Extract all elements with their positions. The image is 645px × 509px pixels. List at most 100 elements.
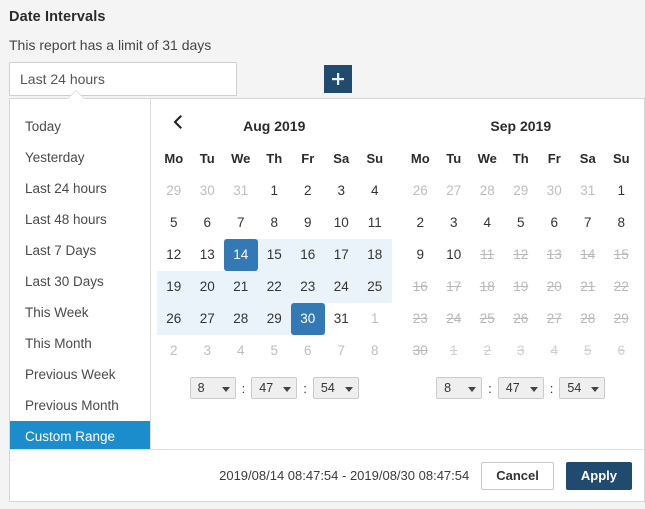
day-cell[interactable]: 11 (358, 207, 392, 239)
second-select-right[interactable]: 54 (559, 377, 606, 399)
add-interval-button[interactable] (324, 65, 352, 93)
weekday-header: Sa (579, 150, 596, 166)
day-cell[interactable]: 1 (605, 175, 639, 207)
day-number: 25 (479, 311, 495, 326)
day-cell[interactable]: 10 (325, 207, 359, 239)
day-cell[interactable]: 7 (571, 207, 605, 239)
day-cell[interactable]: 22 (257, 271, 291, 303)
day-cell[interactable]: 3 (437, 207, 471, 239)
day-cell[interactable]: 5 (157, 207, 191, 239)
day-number: 24 (446, 311, 462, 326)
plus-icon (332, 73, 344, 85)
cancel-button[interactable]: Cancel (481, 461, 554, 490)
day-cell[interactable]: 18 (358, 239, 392, 271)
day-cell[interactable]: 7 (224, 207, 258, 239)
day-number: 8 (617, 215, 625, 230)
calendar-left-table: Mo Tu We Th Fr Sa Su 29 30 31 1 2 3 4 5 6 7 8 9 10 11 12 13 14… (157, 141, 392, 367)
range-item-this-week[interactable]: This Week (10, 297, 150, 328)
range-item-previous-month[interactable]: Previous Month (10, 390, 150, 421)
day-cell[interactable]: 3 (191, 335, 225, 367)
day-cell[interactable]: 12 (157, 239, 191, 271)
day-cell[interactable]: 5 (504, 207, 538, 239)
day-number: 29 (266, 311, 282, 326)
day-cell[interactable]: 1 (358, 303, 392, 335)
day-cell[interactable]: 29 (504, 175, 538, 207)
day-cell[interactable]: 25 (358, 271, 392, 303)
day-cell[interactable]: 31 (571, 175, 605, 207)
day-cell[interactable]: 27 (437, 175, 471, 207)
day-cell[interactable]: 6 (538, 207, 572, 239)
day-cell[interactable]: 6 (291, 335, 325, 367)
date-range-input[interactable] (9, 62, 237, 96)
day-cell[interactable]: 4 (471, 207, 505, 239)
day-cell[interactable]: 19 (157, 271, 191, 303)
calendar-right-days: 26 27 28 29 30 31 1 2 3 4 5 6 7 8 9 10 11 12 13 14 15 16 17 18 1… (404, 175, 639, 367)
day-cell[interactable]: 10 (437, 239, 471, 271)
calendar-week-row: 16 17 18 19 20 21 22 (404, 271, 639, 303)
day-cell[interactable]: 30 (538, 175, 572, 207)
day-cell[interactable]: 2 (157, 335, 191, 367)
day-cell[interactable]: 15 (257, 239, 291, 271)
day-cell[interactable]: 17 (324, 239, 358, 271)
day-cell[interactable]: 31 (325, 303, 359, 335)
range-item-last-7-days[interactable]: Last 7 Days (10, 235, 150, 266)
range-item-yesterday[interactable]: Yesterday (10, 142, 150, 173)
day-cell[interactable]: 13 (191, 239, 225, 271)
day-cell[interactable]: 9 (404, 239, 438, 271)
day-cell[interactable]: 20 (190, 271, 224, 303)
day-cell[interactable]: 1 (258, 175, 292, 207)
day-cell[interactable]: 28 (471, 175, 505, 207)
calendar-right: Sep 2019 Mo Tu We Th Fr Sa Su 26 27 28 29 30 31 1 2 3 4… (398, 111, 645, 449)
day-cell[interactable]: 2 (404, 207, 438, 239)
day-cell[interactable]: 16 (291, 239, 325, 271)
day-cell[interactable]: 29 (257, 303, 291, 335)
range-item-last-24-hours[interactable]: Last 24 hours (10, 173, 150, 204)
day-cell[interactable]: 2 (291, 175, 325, 207)
chevron-left-icon (173, 115, 182, 129)
range-item-today[interactable]: Today (10, 111, 150, 142)
minute-select-right[interactable]: 47 (497, 377, 544, 399)
day-cell[interactable]: 21 (224, 271, 258, 303)
day-cell[interactable]: 26 (157, 303, 191, 335)
minute-select-left[interactable]: 47 (251, 377, 298, 399)
day-cell[interactable]: 29 (157, 175, 191, 207)
range-item-this-month[interactable]: This Month (10, 328, 150, 359)
day-cell[interactable]: 5 (258, 335, 292, 367)
weekday-header: Th (266, 150, 283, 166)
day-cell[interactable]: 24 (324, 271, 358, 303)
range-item-previous-week[interactable]: Previous Week (10, 359, 150, 390)
day-cell[interactable]: 31 (224, 175, 258, 207)
chevron-down-icon (344, 387, 353, 392)
day-cell[interactable]: 27 (190, 303, 224, 335)
day-cell[interactable]: 8 (258, 207, 292, 239)
day-cell: 4 (538, 335, 572, 367)
day-cell[interactable]: 3 (325, 175, 359, 207)
day-cell[interactable]: 8 (358, 335, 392, 367)
day-cell[interactable]: 28 (224, 303, 258, 335)
apply-button[interactable]: Apply (565, 461, 632, 490)
second-select-left[interactable]: 54 (312, 377, 359, 399)
hour-select-right[interactable]: 8 (436, 377, 483, 399)
day-cell[interactable]: 6 (191, 207, 225, 239)
day-cell[interactable]: 7 (325, 335, 359, 367)
day-cell[interactable]: 23 (291, 271, 325, 303)
day-cell[interactable]: 4 (358, 175, 392, 207)
day-cell[interactable]: 8 (605, 207, 639, 239)
day-cell[interactable]: 30 (191, 175, 225, 207)
day-cell[interactable]: 26 (404, 175, 438, 207)
day-cell: 15 (605, 239, 639, 271)
calendar-left-header: Aug 2019 (157, 111, 392, 141)
day-cell[interactable]: 14 (224, 239, 258, 271)
range-item-custom-range[interactable]: Custom Range (10, 421, 150, 452)
calendar-week-row: 26 27 28 29 30 31 1 (157, 303, 392, 335)
day-cell[interactable]: 30 (291, 303, 325, 335)
range-item-last-48-hours[interactable]: Last 48 hours (10, 204, 150, 235)
day-cell[interactable]: 4 (224, 335, 258, 367)
day-number: 27 (446, 183, 462, 198)
hour-select-left[interactable]: 8 (189, 377, 236, 399)
selected-range-label: 2019/08/14 08:47:54 - 2019/08/30 08:47:5… (219, 468, 470, 483)
day-number: 9 (303, 215, 312, 230)
day-cell[interactable]: 9 (291, 207, 325, 239)
prev-month-button[interactable] (167, 111, 187, 141)
range-item-last-30-days[interactable]: Last 30 Days (10, 266, 150, 297)
